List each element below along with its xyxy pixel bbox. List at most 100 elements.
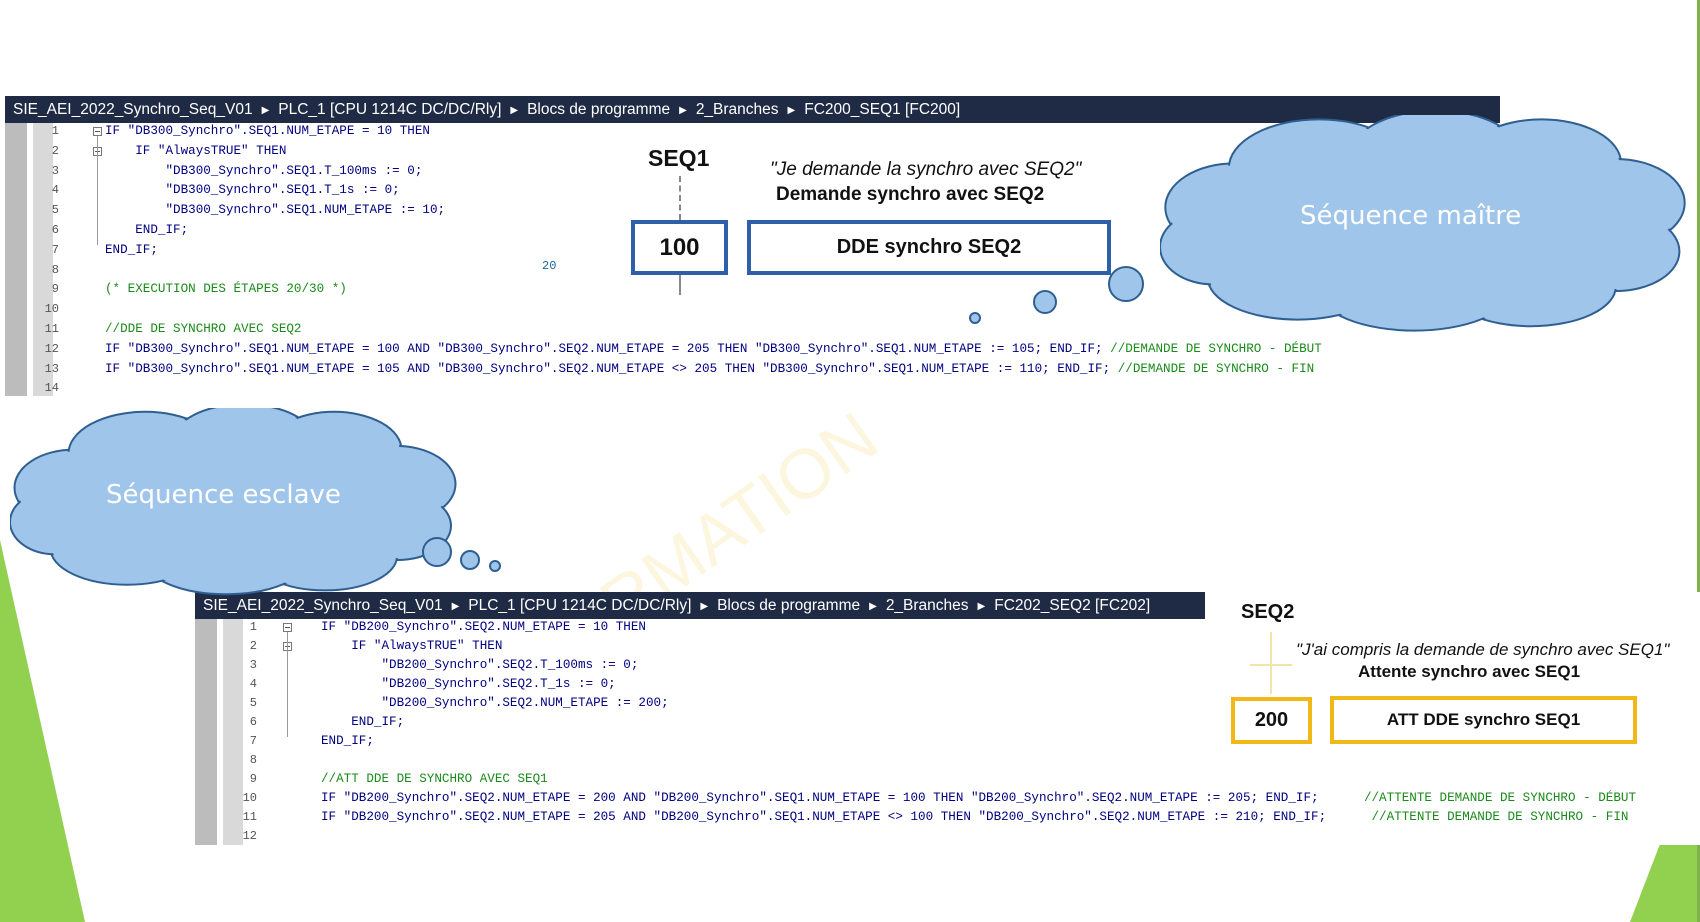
line-number: 3 [51, 163, 59, 178]
breadcrumb-separator-icon: ▶ [787, 105, 796, 116]
breadcrumb-item[interactable]: 2_Branches [696, 101, 779, 118]
code-line[interactable]: IF "DB300_Synchro".SEQ1.NUM_ETAPE = 105 … [105, 362, 1314, 376]
breadcrumb-separator-icon: ▶ [700, 601, 709, 612]
code-text: //DDE DE SYNCHRO AVEC SEQ2 [105, 322, 302, 336]
line-number: 12 [44, 341, 59, 356]
breadcrumb-item[interactable]: Blocs de programme [717, 597, 860, 614]
breadcrumb-item[interactable]: SIE_AEI_2022_Synchro_Seq_V01 [13, 101, 253, 118]
code-line[interactable]: IF "DB200_Synchro".SEQ2.NUM_ETAPE = 10 T… [321, 620, 646, 634]
line-number: 5 [51, 203, 59, 218]
code-text: END_IF; [105, 223, 189, 237]
code-comment: //DEMANDE DE SYNCHRO - DÉBUT [1110, 341, 1322, 356]
code-text: "DB200_Synchro".SEQ2.NUM_ETAPE := 200; [321, 696, 669, 710]
thought-bubble [1108, 266, 1144, 302]
code-line[interactable]: "DB300_Synchro".SEQ1.NUM_ETAPE := 10; [105, 203, 445, 217]
thought-bubble [422, 537, 452, 567]
line-number: 8 [249, 753, 257, 767]
line-number: 6 [249, 715, 257, 729]
seq1-link-line [679, 176, 681, 220]
code-line[interactable]: //DDE DE SYNCHRO AVEC SEQ2 [105, 322, 302, 336]
seq1-title: SEQ1 [648, 145, 710, 171]
code-line[interactable]: "DB200_Synchro".SEQ2.T_100ms := 0; [321, 658, 638, 672]
stray-number: 20 [542, 259, 557, 273]
thought-bubble [1033, 290, 1057, 314]
line-number: 4 [249, 677, 257, 691]
line-number: 2 [51, 143, 59, 158]
code-line[interactable]: END_IF; [321, 734, 374, 748]
code-text: IF "DB300_Synchro".SEQ1.NUM_ETAPE = 10 T… [105, 124, 430, 138]
code-line[interactable]: END_IF; [105, 223, 188, 237]
breadcrumb-item[interactable]: SIE_AEI_2022_Synchro_Seq_V01 [203, 597, 443, 614]
code-line[interactable]: "DB200_Synchro".SEQ2.NUM_ETAPE := 200; [321, 696, 669, 710]
seq2-quote: "J'ai compris la demande de synchro avec… [1296, 640, 1670, 659]
line-number: 13 [44, 361, 59, 376]
thought-bubble [460, 550, 480, 570]
code-comment: //DEMANDE DE SYNCHRO - FIN [1117, 361, 1315, 376]
thought-bubble [969, 312, 981, 324]
fold-toggle-icon[interactable] [283, 623, 292, 632]
line-number: 9 [249, 772, 257, 786]
seq2-link-cross [1250, 664, 1292, 666]
code-line[interactable]: "DB300_Synchro".SEQ1.T_100ms := 0; [105, 164, 422, 178]
code-text: "DB300_Synchro".SEQ1.T_100ms := 0; [105, 163, 423, 178]
code-line[interactable]: IF "DB300_Synchro".SEQ1.NUM_ETAPE = 10 T… [105, 124, 430, 138]
breadcrumb-item[interactable]: FC202_SEQ2 [FC202] [994, 597, 1150, 614]
line-number: 10 [242, 791, 257, 805]
breadcrumb-item[interactable]: 2_Branches [886, 597, 969, 614]
code-line[interactable]: //ATT DDE DE SYNCHRO AVEC SEQ1 [321, 772, 548, 786]
code-text: (* EXECUTION DES ÉTAPES 20/30 *) [105, 282, 347, 297]
breadcrumb-item[interactable]: PLC_1 [CPU 1214C DC/DC/Rly] [278, 101, 501, 118]
breadcrumb-separator-icon: ▶ [261, 105, 270, 116]
code-text: "DB200_Synchro".SEQ2.T_1s := 0; [321, 677, 616, 691]
code-line[interactable]: END_IF; [321, 715, 404, 729]
line-number: 2 [249, 639, 257, 653]
line-number: 1 [51, 124, 59, 138]
line-number: 11 [242, 810, 257, 824]
seq2-link-line [1270, 632, 1272, 694]
cloud-master-label: Séquence maître [1300, 201, 1522, 231]
fold-toggle-icon[interactable] [93, 127, 102, 136]
line-number: 14 [44, 381, 59, 396]
code-line[interactable]: IF "DB200_Synchro".SEQ2.NUM_ETAPE = 200 … [321, 791, 1636, 805]
breadcrumb-separator-icon: ▶ [869, 601, 877, 612]
line-number: 8 [51, 262, 59, 277]
seq1-quote: "Je demande la synchro avec SEQ2" [770, 159, 1082, 180]
code-line[interactable]: "DB300_Synchro".SEQ1.T_1s := 0; [105, 183, 399, 197]
seq1-link-line-bottom [679, 275, 681, 295]
code-line[interactable]: IF "DB300_Synchro".SEQ1.NUM_ETAPE = 100 … [105, 342, 1322, 356]
code-text: END_IF; [321, 734, 374, 748]
seq1-step-box: 100 [631, 220, 728, 275]
seq1-description: Demande synchro avec SEQ2 [776, 184, 1045, 205]
code-text: "DB300_Synchro".SEQ1.NUM_ETAPE := 10; [105, 203, 446, 218]
code-line[interactable]: IF "DB200_Synchro".SEQ2.NUM_ETAPE = 205 … [321, 810, 1628, 824]
seq2-title: SEQ2 [1241, 601, 1295, 623]
code-line[interactable]: IF "AlwaysTRUE" THEN [321, 639, 502, 653]
code-line[interactable]: IF "AlwaysTRUE" THEN [105, 144, 286, 158]
breadcrumb-item[interactable]: Blocs de programme [527, 101, 670, 118]
code-text: //ATT DDE DE SYNCHRO AVEC SEQ1 [321, 772, 548, 786]
seq2-description: Attente synchro avec SEQ1 [1358, 662, 1581, 681]
line-number: 11 [44, 322, 59, 336]
code-text: IF "DB200_Synchro".SEQ2.NUM_ETAPE = 200 … [321, 791, 1364, 805]
line-number: 6 [51, 223, 59, 237]
code-line[interactable]: (* EXECUTION DES ÉTAPES 20/30 *) [105, 282, 347, 296]
code-text: IF "AlwaysTRUE" THEN [321, 639, 503, 653]
thought-bubble [489, 560, 501, 572]
breadcrumb-separator-icon: ▶ [510, 105, 519, 116]
breadcrumb-separator-icon: ▶ [977, 601, 986, 612]
code-text: END_IF; [321, 715, 405, 729]
breadcrumb-item[interactable]: FC200_SEQ1 [FC200] [804, 101, 960, 118]
line-number: 7 [249, 734, 257, 748]
line-number: 5 [249, 696, 257, 710]
cloud-master-bubbles [969, 266, 1144, 324]
code-text: IF "DB200_Synchro".SEQ2.NUM_ETAPE = 10 T… [321, 620, 646, 634]
breadcrumb-item[interactable]: PLC_1 [CPU 1214C DC/DC/Rly] [468, 597, 691, 614]
seq2-step-box: 200 [1231, 697, 1312, 744]
code-line[interactable]: END_IF; [105, 243, 158, 257]
line-number: 9 [51, 282, 59, 297]
code-text: END_IF; [105, 242, 158, 257]
breadcrumb-separator-icon: ▶ [679, 105, 687, 116]
code-line[interactable]: "DB200_Synchro".SEQ2.T_1s := 0; [321, 677, 616, 691]
line-number: 3 [249, 658, 257, 672]
seq2-action-box: ATT DDE synchro SEQ1 [1330, 696, 1637, 744]
